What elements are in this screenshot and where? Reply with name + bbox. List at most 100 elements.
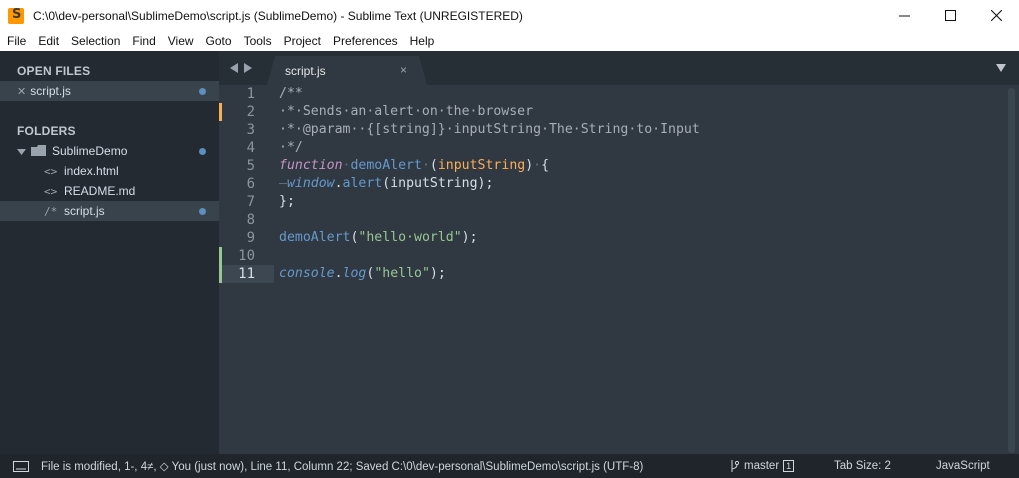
code-token: — bbox=[279, 176, 287, 191]
code-token: demoAlert bbox=[279, 230, 351, 245]
code-line[interactable]: console.log("hello"); bbox=[279, 265, 446, 283]
tab-bar: script.js × bbox=[219, 51, 1019, 85]
menu-selection[interactable]: Selection bbox=[65, 34, 126, 48]
chevron-down-icon[interactable] bbox=[17, 147, 26, 156]
folders-heading: FOLDERS bbox=[17, 124, 76, 138]
maximize-button[interactable] bbox=[927, 0, 973, 31]
menu-file[interactable]: File bbox=[1, 34, 32, 48]
file-item-script-js[interactable]: /* script.js bbox=[0, 201, 219, 221]
line-number: 6 bbox=[246, 176, 255, 192]
minimize-icon bbox=[898, 15, 910, 17]
menu-preferences[interactable]: Preferences bbox=[327, 34, 404, 48]
git-diff-marker bbox=[219, 265, 222, 283]
code-line[interactable]: ·*·Sends·an·alert·on·the·browser bbox=[279, 103, 533, 121]
markup-file-icon: <> bbox=[44, 184, 58, 198]
code-line[interactable]: ·*·@param··{[string]}·inputString·The·St… bbox=[279, 121, 700, 139]
open-files-heading: OPEN FILES bbox=[17, 64, 91, 78]
code-token: (inputString); bbox=[382, 176, 494, 191]
folder-icon bbox=[31, 145, 46, 156]
code-token: ) bbox=[525, 158, 534, 173]
branch-name: master bbox=[744, 460, 780, 472]
code-token: "hello" bbox=[374, 266, 430, 281]
code-token: ·*·@param··{[string]}·inputString·The·St… bbox=[279, 122, 700, 137]
status-message: File is modified, 1-, 4≠, ◇ You (just no… bbox=[41, 461, 644, 473]
code-line[interactable]: —window.alert(inputString); bbox=[279, 175, 493, 193]
close-window-button[interactable] bbox=[973, 0, 1019, 31]
code-token: ·*/ bbox=[279, 140, 303, 155]
status-bar: File is modified, 1-, 4≠, ◇ You (just no… bbox=[0, 454, 1019, 478]
code-line[interactable]: demoAlert("hello·world"); bbox=[279, 229, 478, 247]
tab-close-icon[interactable]: × bbox=[400, 63, 407, 77]
folder-item-sublimedemo[interactable]: SublimeDemo bbox=[0, 141, 219, 161]
tab-script-js[interactable]: script.js × bbox=[267, 56, 427, 85]
close-icon[interactable]: ✕ bbox=[17, 85, 26, 98]
branch-badge: 1 bbox=[783, 460, 795, 472]
panel-toggle-icon[interactable] bbox=[13, 460, 29, 472]
tab-back-icon[interactable] bbox=[230, 63, 238, 73]
vertical-scrollbar[interactable] bbox=[1008, 88, 1015, 453]
sublime-logo-icon bbox=[8, 7, 24, 24]
menu-help[interactable]: Help bbox=[404, 34, 441, 48]
line-number: 5 bbox=[246, 158, 255, 174]
line-number: 9 bbox=[246, 230, 255, 246]
code-token: log bbox=[342, 266, 367, 281]
menu-edit[interactable]: Edit bbox=[32, 34, 65, 48]
line-number: 2 bbox=[246, 104, 255, 120]
code-line[interactable]: ·*/ bbox=[279, 139, 303, 157]
menu-tools[interactable]: Tools bbox=[238, 34, 278, 48]
window-title: C:\0\dev-personal\SublimeDemo\script.js … bbox=[33, 8, 523, 23]
tab-forward-icon[interactable] bbox=[244, 63, 252, 73]
code-line[interactable]: /** bbox=[279, 85, 303, 103]
file-item-index-html[interactable]: <> index.html bbox=[0, 161, 219, 181]
folder-label: SublimeDemo bbox=[52, 144, 128, 158]
modified-dot-icon bbox=[199, 87, 206, 95]
code-token: demoAlert bbox=[350, 158, 422, 173]
code-token: alert bbox=[342, 176, 383, 191]
file-item-readme-md[interactable]: <> README.md bbox=[0, 181, 219, 201]
code-token: · bbox=[421, 158, 430, 173]
code-token: "hello·world" bbox=[358, 230, 462, 245]
code-token: . bbox=[334, 176, 343, 191]
code-token: ); bbox=[429, 266, 446, 281]
sublime-window: C:\0\dev-personal\SublimeDemo\script.js … bbox=[0, 0, 1019, 478]
sidebar: OPEN FILES ✕ script.js FOLDERS SublimeDe… bbox=[0, 51, 219, 454]
code-token: }; bbox=[279, 194, 295, 209]
git-branch-icon bbox=[731, 460, 739, 472]
menu-bar: File Edit Selection Find View Goto Tools… bbox=[0, 31, 1019, 51]
maximize-icon bbox=[944, 10, 956, 21]
menu-goto[interactable]: Goto bbox=[200, 34, 238, 48]
modified-dot-icon bbox=[199, 207, 206, 215]
menu-find[interactable]: Find bbox=[126, 34, 161, 48]
code-token: ( bbox=[429, 158, 438, 173]
tab-size-status[interactable]: Tab Size: 2 bbox=[834, 460, 891, 472]
git-diff-marker bbox=[219, 247, 222, 265]
code-token: ); bbox=[461, 230, 478, 245]
code-token: window bbox=[286, 176, 335, 191]
code-token: inputString bbox=[437, 158, 526, 173]
line-number: 7 bbox=[246, 194, 255, 210]
code-line[interactable]: }; bbox=[279, 193, 295, 211]
syntax-status[interactable]: JavaScript bbox=[936, 460, 990, 472]
modified-dot-icon bbox=[199, 147, 206, 155]
minimize-button[interactable] bbox=[881, 0, 927, 31]
script-file-icon: /* bbox=[44, 204, 58, 218]
line-number: 11 bbox=[219, 265, 274, 283]
tab-list-dropdown-icon[interactable] bbox=[996, 64, 1006, 72]
markup-file-icon: <> bbox=[44, 164, 58, 178]
menu-project[interactable]: Project bbox=[278, 34, 327, 48]
code-editor[interactable]: 1 2 3 4 5 6 7 8 9 10 11 /** ·*·Sends·an·alert·on·th… bbox=[219, 85, 1019, 454]
line-number: 10 bbox=[238, 248, 255, 264]
file-label: script.js bbox=[64, 204, 105, 218]
git-branch-status[interactable]: master 1 bbox=[730, 460, 795, 472]
git-diff-marker bbox=[219, 103, 222, 121]
line-number: 8 bbox=[246, 212, 255, 228]
menu-view[interactable]: View bbox=[162, 34, 200, 48]
tab-label: script.js bbox=[285, 64, 326, 78]
code-line[interactable]: function·demoAlert·(inputString)·{ bbox=[279, 157, 549, 175]
file-label: README.md bbox=[64, 184, 136, 198]
code-token: { bbox=[541, 158, 550, 173]
open-file-label: script.js bbox=[30, 84, 71, 98]
title-bar: C:\0\dev-personal\SublimeDemo\script.js … bbox=[0, 0, 1019, 31]
open-file-item-script-js[interactable]: ✕ script.js bbox=[0, 81, 219, 101]
code-token: · bbox=[533, 158, 542, 173]
